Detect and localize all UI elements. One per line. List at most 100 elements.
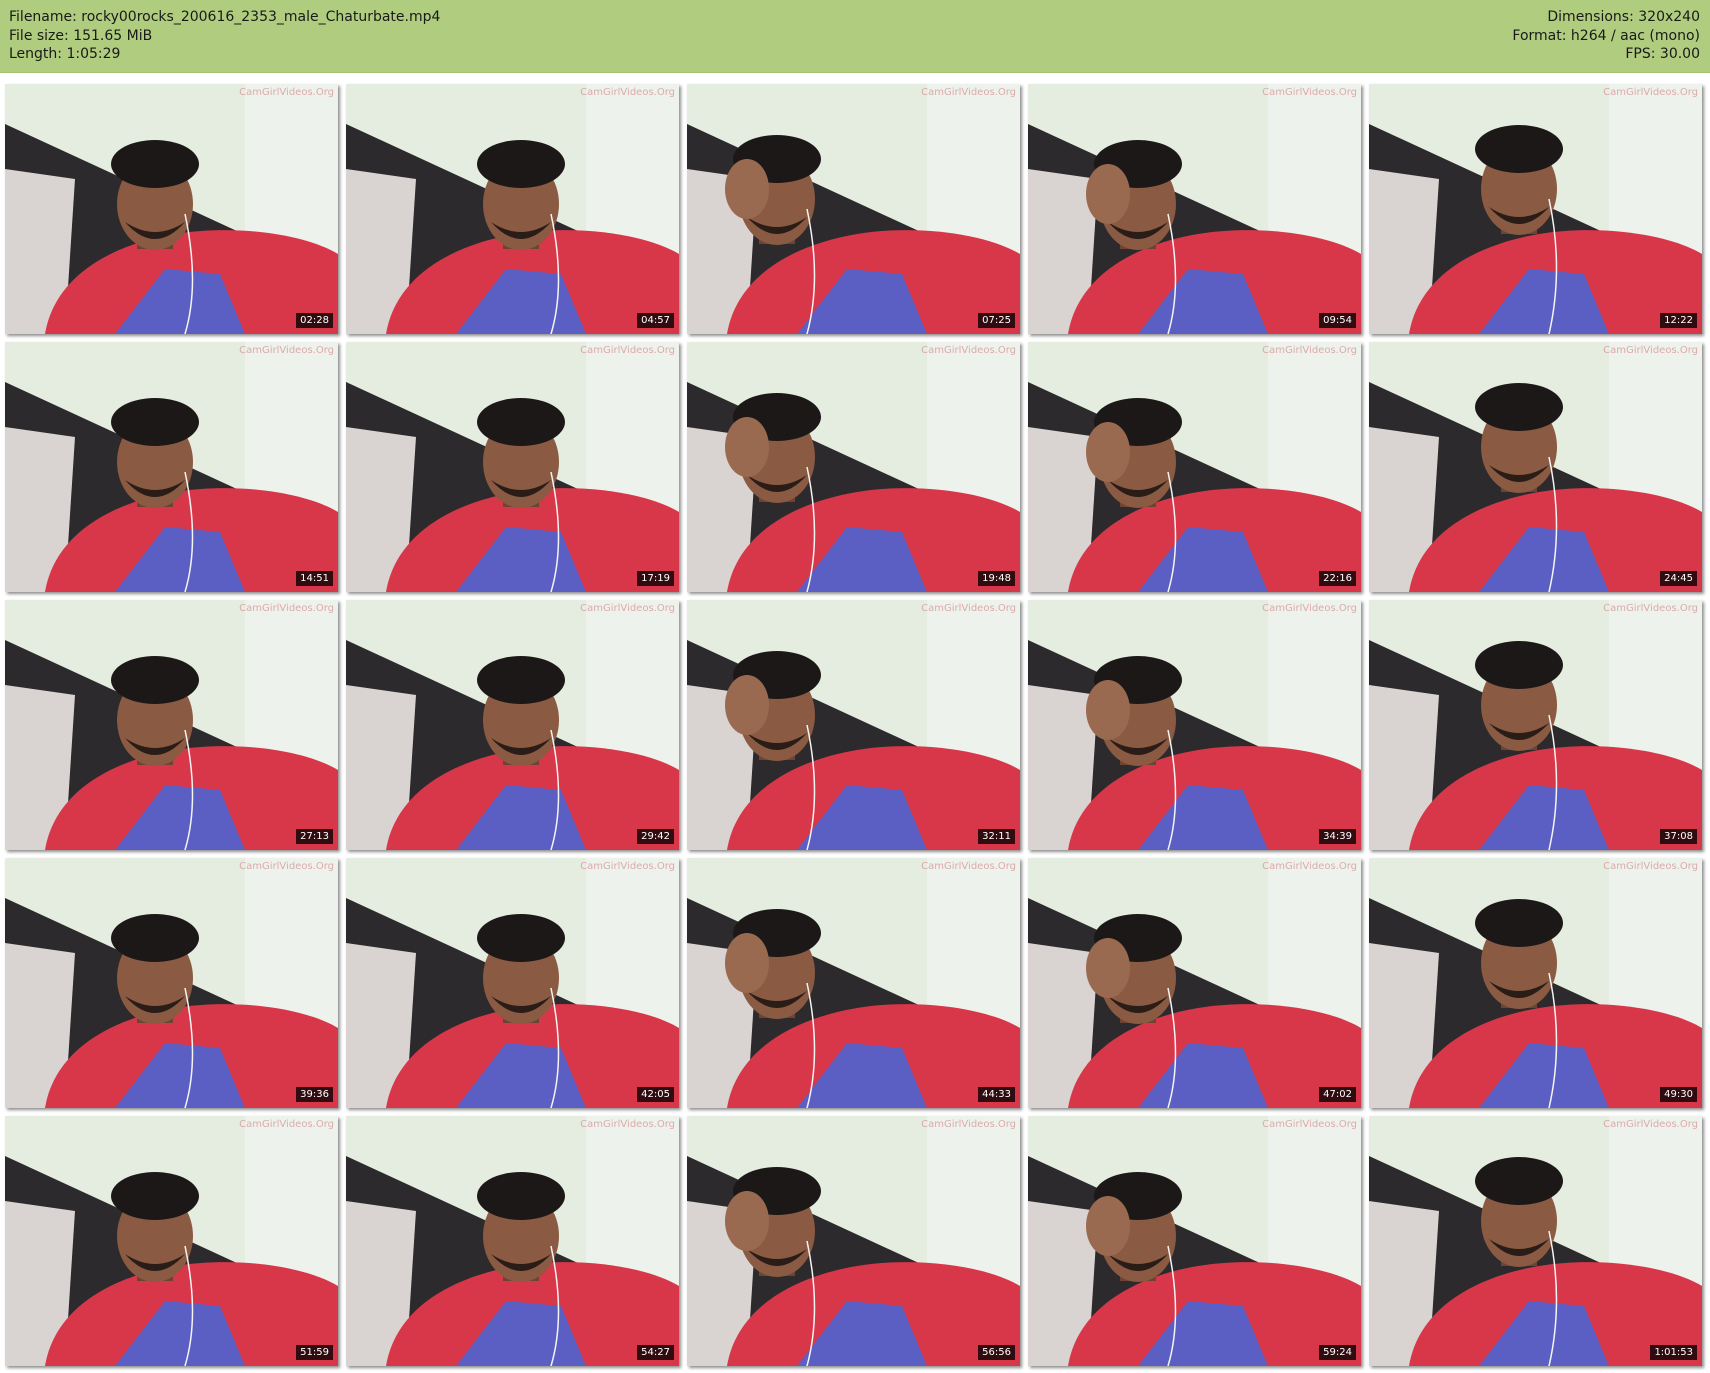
watermark-text: CamGirlVideos.Org bbox=[921, 87, 1016, 98]
watermark-text: CamGirlVideos.Org bbox=[1603, 603, 1698, 614]
frame-scene bbox=[687, 600, 1020, 850]
video-thumbnail[interactable]: CamGirlVideos.Org 1:01:53 bbox=[1369, 1116, 1702, 1366]
video-thumbnail[interactable]: CamGirlVideos.Org 04:57 bbox=[346, 84, 679, 334]
timestamp-badge: 32:11 bbox=[978, 829, 1015, 844]
timestamp-badge: 37:08 bbox=[1660, 829, 1697, 844]
info-header: Filename: rocky00rocks_200616_2353_male_… bbox=[0, 0, 1710, 73]
timestamp-badge: 12:22 bbox=[1660, 313, 1697, 328]
watermark-text: CamGirlVideos.Org bbox=[1603, 87, 1698, 98]
frame-scene bbox=[5, 84, 338, 334]
video-thumbnail[interactable]: CamGirlVideos.Org 27:13 bbox=[5, 600, 338, 850]
timestamp-badge: 14:51 bbox=[296, 571, 333, 586]
video-thumbnail[interactable]: CamGirlVideos.Org 51:59 bbox=[5, 1116, 338, 1366]
frame-scene bbox=[1028, 342, 1361, 592]
timestamp-badge: 59:24 bbox=[1319, 1345, 1356, 1360]
video-thumbnail[interactable]: CamGirlVideos.Org 37:08 bbox=[1369, 600, 1702, 850]
watermark-text: CamGirlVideos.Org bbox=[921, 603, 1016, 614]
frame-scene bbox=[5, 342, 338, 592]
watermark-text: CamGirlVideos.Org bbox=[1262, 345, 1357, 356]
video-thumbnail[interactable]: CamGirlVideos.Org 12:22 bbox=[1369, 84, 1702, 334]
timestamp-badge: 49:30 bbox=[1660, 1087, 1697, 1102]
video-thumbnail[interactable]: CamGirlVideos.Org 42:05 bbox=[346, 858, 679, 1108]
watermark-text: CamGirlVideos.Org bbox=[1262, 87, 1357, 98]
watermark-text: CamGirlVideos.Org bbox=[1262, 861, 1357, 872]
frame-scene bbox=[1369, 84, 1702, 334]
watermark-text: CamGirlVideos.Org bbox=[1262, 603, 1357, 614]
timestamp-badge: 17:19 bbox=[637, 571, 674, 586]
timestamp-badge: 04:57 bbox=[637, 313, 674, 328]
video-thumbnail[interactable]: CamGirlVideos.Org 54:27 bbox=[346, 1116, 679, 1366]
watermark-text: CamGirlVideos.Org bbox=[239, 1119, 334, 1130]
timestamp-badge: 47:02 bbox=[1319, 1087, 1356, 1102]
frame-scene bbox=[1028, 600, 1361, 850]
video-thumbnail[interactable]: CamGirlVideos.Org 07:25 bbox=[687, 84, 1020, 334]
format-label: Format: h264 / aac (mono) bbox=[1512, 27, 1700, 44]
timestamp-badge: 54:27 bbox=[637, 1345, 674, 1360]
video-thumbnail[interactable]: CamGirlVideos.Org 24:45 bbox=[1369, 342, 1702, 592]
video-thumbnail[interactable]: CamGirlVideos.Org 02:28 bbox=[5, 84, 338, 334]
file-info: Filename: rocky00rocks_200616_2353_male_… bbox=[9, 8, 440, 64]
watermark-text: CamGirlVideos.Org bbox=[239, 345, 334, 356]
frame-scene bbox=[346, 342, 679, 592]
video-thumbnail[interactable]: CamGirlVideos.Org 19:48 bbox=[687, 342, 1020, 592]
video-thumbnail[interactable]: CamGirlVideos.Org 17:19 bbox=[346, 342, 679, 592]
watermark-text: CamGirlVideos.Org bbox=[239, 87, 334, 98]
frame-scene bbox=[346, 600, 679, 850]
file-size-label: File size: 151.65 MiB bbox=[9, 27, 153, 44]
watermark-text: CamGirlVideos.Org bbox=[1603, 861, 1698, 872]
timestamp-badge: 07:25 bbox=[978, 313, 1015, 328]
timestamp-badge: 19:48 bbox=[978, 571, 1015, 586]
watermark-text: CamGirlVideos.Org bbox=[921, 345, 1016, 356]
frame-scene bbox=[1369, 858, 1702, 1108]
watermark-text: CamGirlVideos.Org bbox=[1262, 1119, 1357, 1130]
video-thumbnail[interactable]: CamGirlVideos.Org 32:11 bbox=[687, 600, 1020, 850]
watermark-text: CamGirlVideos.Org bbox=[580, 1119, 675, 1130]
timestamp-badge: 51:59 bbox=[296, 1345, 333, 1360]
frame-scene bbox=[1369, 600, 1702, 850]
video-thumbnail[interactable]: CamGirlVideos.Org 59:24 bbox=[1028, 1116, 1361, 1366]
video-thumbnail[interactable]: CamGirlVideos.Org 39:36 bbox=[5, 858, 338, 1108]
video-thumbnail[interactable]: CamGirlVideos.Org 29:42 bbox=[346, 600, 679, 850]
timestamp-badge: 24:45 bbox=[1660, 571, 1697, 586]
watermark-text: CamGirlVideos.Org bbox=[239, 861, 334, 872]
frame-scene bbox=[346, 84, 679, 334]
video-thumbnail[interactable]: CamGirlVideos.Org 56:56 bbox=[687, 1116, 1020, 1366]
timestamp-badge: 42:05 bbox=[637, 1087, 674, 1102]
timestamp-badge: 09:54 bbox=[1319, 313, 1356, 328]
timestamp-badge: 44:33 bbox=[978, 1087, 1015, 1102]
watermark-text: CamGirlVideos.Org bbox=[921, 1119, 1016, 1130]
video-thumbnail[interactable]: CamGirlVideos.Org 44:33 bbox=[687, 858, 1020, 1108]
frame-scene bbox=[1369, 342, 1702, 592]
timestamp-badge: 56:56 bbox=[978, 1345, 1015, 1360]
timestamp-badge: 29:42 bbox=[637, 829, 674, 844]
watermark-text: CamGirlVideos.Org bbox=[921, 861, 1016, 872]
frame-scene bbox=[346, 858, 679, 1108]
watermark-text: CamGirlVideos.Org bbox=[1603, 345, 1698, 356]
media-info: Dimensions: 320x240 Format: h264 / aac (… bbox=[1512, 8, 1700, 64]
frame-scene bbox=[687, 342, 1020, 592]
frame-scene bbox=[1028, 1116, 1361, 1366]
watermark-text: CamGirlVideos.Org bbox=[580, 603, 675, 614]
video-thumbnail[interactable]: CamGirlVideos.Org 09:54 bbox=[1028, 84, 1361, 334]
timestamp-badge: 1:01:53 bbox=[1650, 1345, 1697, 1360]
frame-scene bbox=[5, 600, 338, 850]
frame-scene bbox=[5, 1116, 338, 1366]
frame-scene bbox=[5, 858, 338, 1108]
timestamp-badge: 34:39 bbox=[1319, 829, 1356, 844]
frame-scene bbox=[346, 1116, 679, 1366]
watermark-text: CamGirlVideos.Org bbox=[580, 861, 675, 872]
frame-scene bbox=[1028, 84, 1361, 334]
filename-label: Filename: rocky00rocks_200616_2353_male_… bbox=[9, 9, 441, 25]
video-thumbnail[interactable]: CamGirlVideos.Org 34:39 bbox=[1028, 600, 1361, 850]
video-thumbnail[interactable]: CamGirlVideos.Org 47:02 bbox=[1028, 858, 1361, 1108]
dimensions-label: Dimensions: 320x240 bbox=[1547, 9, 1700, 25]
watermark-text: CamGirlVideos.Org bbox=[580, 345, 675, 356]
watermark-text: CamGirlVideos.Org bbox=[580, 87, 675, 98]
watermark-text: CamGirlVideos.Org bbox=[1603, 1119, 1698, 1130]
video-thumbnail[interactable]: CamGirlVideos.Org 49:30 bbox=[1369, 858, 1702, 1108]
timestamp-badge: 22:16 bbox=[1319, 571, 1356, 586]
timestamp-badge: 39:36 bbox=[296, 1087, 333, 1102]
video-thumbnail[interactable]: CamGirlVideos.Org 22:16 bbox=[1028, 342, 1361, 592]
video-thumbnail[interactable]: CamGirlVideos.Org 14:51 bbox=[5, 342, 338, 592]
watermark-text: CamGirlVideos.Org bbox=[239, 603, 334, 614]
